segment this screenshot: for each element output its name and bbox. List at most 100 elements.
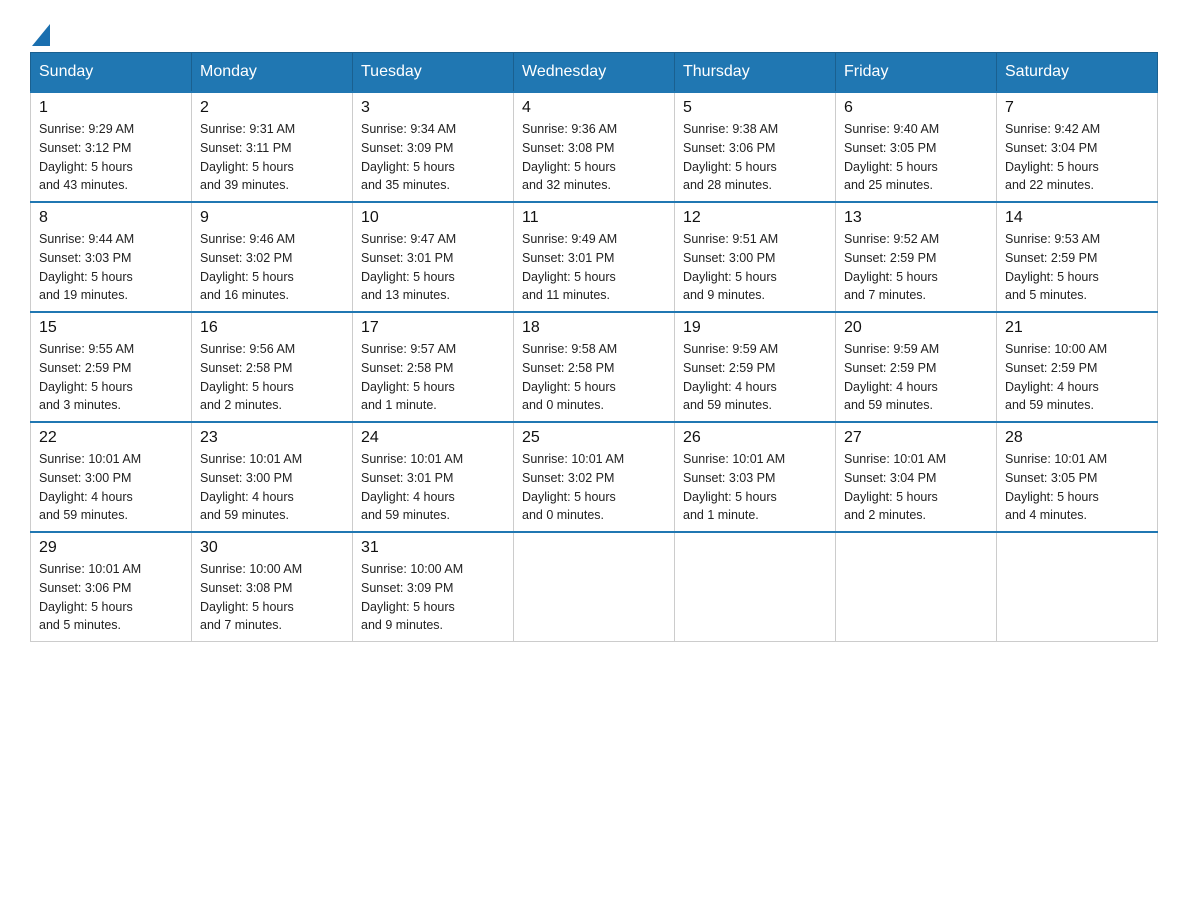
calendar-day-cell: 5 Sunrise: 9:38 AMSunset: 3:06 PMDayligh… <box>675 92 836 202</box>
calendar-day-cell <box>514 532 675 642</box>
calendar-table: SundayMondayTuesdayWednesdayThursdayFrid… <box>30 52 1158 642</box>
calendar-week-row: 1 Sunrise: 9:29 AMSunset: 3:12 PMDayligh… <box>31 92 1158 202</box>
calendar-week-row: 29 Sunrise: 10:01 AMSunset: 3:06 PMDayli… <box>31 532 1158 642</box>
day-info: Sunrise: 9:29 AMSunset: 3:12 PMDaylight:… <box>39 120 183 195</box>
day-info: Sunrise: 10:01 AMSunset: 3:03 PMDaylight… <box>683 450 827 525</box>
day-info: Sunrise: 10:01 AMSunset: 3:00 PMDaylight… <box>39 450 183 525</box>
day-info: Sunrise: 10:00 AMSunset: 2:59 PMDaylight… <box>1005 340 1149 415</box>
calendar-header-friday: Friday <box>836 53 997 93</box>
day-number: 23 <box>200 429 344 447</box>
calendar-header-wednesday: Wednesday <box>514 53 675 93</box>
day-number: 25 <box>522 429 666 447</box>
calendar-header-row: SundayMondayTuesdayWednesdayThursdayFrid… <box>31 53 1158 93</box>
day-number: 19 <box>683 319 827 337</box>
day-info: Sunrise: 10:00 AMSunset: 3:08 PMDaylight… <box>200 560 344 635</box>
day-number: 13 <box>844 209 988 227</box>
day-info: Sunrise: 10:00 AMSunset: 3:09 PMDaylight… <box>361 560 505 635</box>
day-number: 1 <box>39 99 183 117</box>
calendar-day-cell: 29 Sunrise: 10:01 AMSunset: 3:06 PMDayli… <box>31 532 192 642</box>
day-number: 22 <box>39 429 183 447</box>
day-info: Sunrise: 9:53 AMSunset: 2:59 PMDaylight:… <box>1005 230 1149 305</box>
calendar-day-cell: 13 Sunrise: 9:52 AMSunset: 2:59 PMDaylig… <box>836 202 997 312</box>
day-info: Sunrise: 9:36 AMSunset: 3:08 PMDaylight:… <box>522 120 666 195</box>
day-number: 8 <box>39 209 183 227</box>
day-info: Sunrise: 9:52 AMSunset: 2:59 PMDaylight:… <box>844 230 988 305</box>
calendar-week-row: 22 Sunrise: 10:01 AMSunset: 3:00 PMDayli… <box>31 422 1158 532</box>
calendar-header-sunday: Sunday <box>31 53 192 93</box>
day-number: 16 <box>200 319 344 337</box>
day-info: Sunrise: 10:01 AMSunset: 3:05 PMDaylight… <box>1005 450 1149 525</box>
calendar-day-cell: 2 Sunrise: 9:31 AMSunset: 3:11 PMDayligh… <box>192 92 353 202</box>
logo-triangle-icon <box>32 24 50 46</box>
calendar-day-cell: 16 Sunrise: 9:56 AMSunset: 2:58 PMDaylig… <box>192 312 353 422</box>
calendar-header-tuesday: Tuesday <box>353 53 514 93</box>
day-number: 26 <box>683 429 827 447</box>
calendar-day-cell: 15 Sunrise: 9:55 AMSunset: 2:59 PMDaylig… <box>31 312 192 422</box>
day-info: Sunrise: 9:40 AMSunset: 3:05 PMDaylight:… <box>844 120 988 195</box>
day-number: 27 <box>844 429 988 447</box>
calendar-week-row: 8 Sunrise: 9:44 AMSunset: 3:03 PMDayligh… <box>31 202 1158 312</box>
day-number: 10 <box>361 209 505 227</box>
day-info: Sunrise: 10:01 AMSunset: 3:04 PMDaylight… <box>844 450 988 525</box>
calendar-header-saturday: Saturday <box>997 53 1158 93</box>
day-number: 30 <box>200 539 344 557</box>
day-number: 9 <box>200 209 344 227</box>
day-number: 7 <box>1005 99 1149 117</box>
day-info: Sunrise: 9:38 AMSunset: 3:06 PMDaylight:… <box>683 120 827 195</box>
day-info: Sunrise: 9:34 AMSunset: 3:09 PMDaylight:… <box>361 120 505 195</box>
day-info: Sunrise: 9:57 AMSunset: 2:58 PMDaylight:… <box>361 340 505 415</box>
calendar-day-cell: 22 Sunrise: 10:01 AMSunset: 3:00 PMDayli… <box>31 422 192 532</box>
calendar-day-cell: 25 Sunrise: 10:01 AMSunset: 3:02 PMDayli… <box>514 422 675 532</box>
day-info: Sunrise: 9:59 AMSunset: 2:59 PMDaylight:… <box>844 340 988 415</box>
day-number: 31 <box>361 539 505 557</box>
day-info: Sunrise: 9:49 AMSunset: 3:01 PMDaylight:… <box>522 230 666 305</box>
calendar-day-cell: 31 Sunrise: 10:00 AMSunset: 3:09 PMDayli… <box>353 532 514 642</box>
day-info: Sunrise: 9:44 AMSunset: 3:03 PMDaylight:… <box>39 230 183 305</box>
calendar-day-cell: 4 Sunrise: 9:36 AMSunset: 3:08 PMDayligh… <box>514 92 675 202</box>
calendar-day-cell: 30 Sunrise: 10:00 AMSunset: 3:08 PMDayli… <box>192 532 353 642</box>
calendar-day-cell <box>675 532 836 642</box>
logo <box>30 20 50 42</box>
calendar-day-cell: 7 Sunrise: 9:42 AMSunset: 3:04 PMDayligh… <box>997 92 1158 202</box>
calendar-day-cell: 23 Sunrise: 10:01 AMSunset: 3:00 PMDayli… <box>192 422 353 532</box>
calendar-day-cell: 19 Sunrise: 9:59 AMSunset: 2:59 PMDaylig… <box>675 312 836 422</box>
calendar-day-cell: 21 Sunrise: 10:00 AMSunset: 2:59 PMDayli… <box>997 312 1158 422</box>
calendar-day-cell: 12 Sunrise: 9:51 AMSunset: 3:00 PMDaylig… <box>675 202 836 312</box>
day-number: 14 <box>1005 209 1149 227</box>
day-number: 12 <box>683 209 827 227</box>
calendar-day-cell: 8 Sunrise: 9:44 AMSunset: 3:03 PMDayligh… <box>31 202 192 312</box>
calendar-header-monday: Monday <box>192 53 353 93</box>
calendar-day-cell: 3 Sunrise: 9:34 AMSunset: 3:09 PMDayligh… <box>353 92 514 202</box>
day-info: Sunrise: 10:01 AMSunset: 3:00 PMDaylight… <box>200 450 344 525</box>
calendar-day-cell: 26 Sunrise: 10:01 AMSunset: 3:03 PMDayli… <box>675 422 836 532</box>
day-number: 20 <box>844 319 988 337</box>
day-number: 17 <box>361 319 505 337</box>
day-number: 18 <box>522 319 666 337</box>
calendar-day-cell: 1 Sunrise: 9:29 AMSunset: 3:12 PMDayligh… <box>31 92 192 202</box>
day-number: 6 <box>844 99 988 117</box>
day-number: 2 <box>200 99 344 117</box>
day-info: Sunrise: 9:55 AMSunset: 2:59 PMDaylight:… <box>39 340 183 415</box>
day-number: 29 <box>39 539 183 557</box>
day-info: Sunrise: 9:31 AMSunset: 3:11 PMDaylight:… <box>200 120 344 195</box>
day-number: 11 <box>522 209 666 227</box>
day-number: 21 <box>1005 319 1149 337</box>
calendar-day-cell: 9 Sunrise: 9:46 AMSunset: 3:02 PMDayligh… <box>192 202 353 312</box>
day-number: 15 <box>39 319 183 337</box>
day-info: Sunrise: 9:56 AMSunset: 2:58 PMDaylight:… <box>200 340 344 415</box>
calendar-day-cell: 28 Sunrise: 10:01 AMSunset: 3:05 PMDayli… <box>997 422 1158 532</box>
calendar-day-cell: 20 Sunrise: 9:59 AMSunset: 2:59 PMDaylig… <box>836 312 997 422</box>
calendar-day-cell: 10 Sunrise: 9:47 AMSunset: 3:01 PMDaylig… <box>353 202 514 312</box>
day-info: Sunrise: 9:51 AMSunset: 3:00 PMDaylight:… <box>683 230 827 305</box>
day-info: Sunrise: 9:47 AMSunset: 3:01 PMDaylight:… <box>361 230 505 305</box>
day-number: 3 <box>361 99 505 117</box>
day-info: Sunrise: 9:46 AMSunset: 3:02 PMDaylight:… <box>200 230 344 305</box>
calendar-day-cell <box>836 532 997 642</box>
day-info: Sunrise: 10:01 AMSunset: 3:01 PMDaylight… <box>361 450 505 525</box>
day-number: 24 <box>361 429 505 447</box>
day-info: Sunrise: 9:59 AMSunset: 2:59 PMDaylight:… <box>683 340 827 415</box>
calendar-day-cell: 24 Sunrise: 10:01 AMSunset: 3:01 PMDayli… <box>353 422 514 532</box>
calendar-day-cell: 27 Sunrise: 10:01 AMSunset: 3:04 PMDayli… <box>836 422 997 532</box>
day-info: Sunrise: 9:58 AMSunset: 2:58 PMDaylight:… <box>522 340 666 415</box>
calendar-day-cell: 14 Sunrise: 9:53 AMSunset: 2:59 PMDaylig… <box>997 202 1158 312</box>
